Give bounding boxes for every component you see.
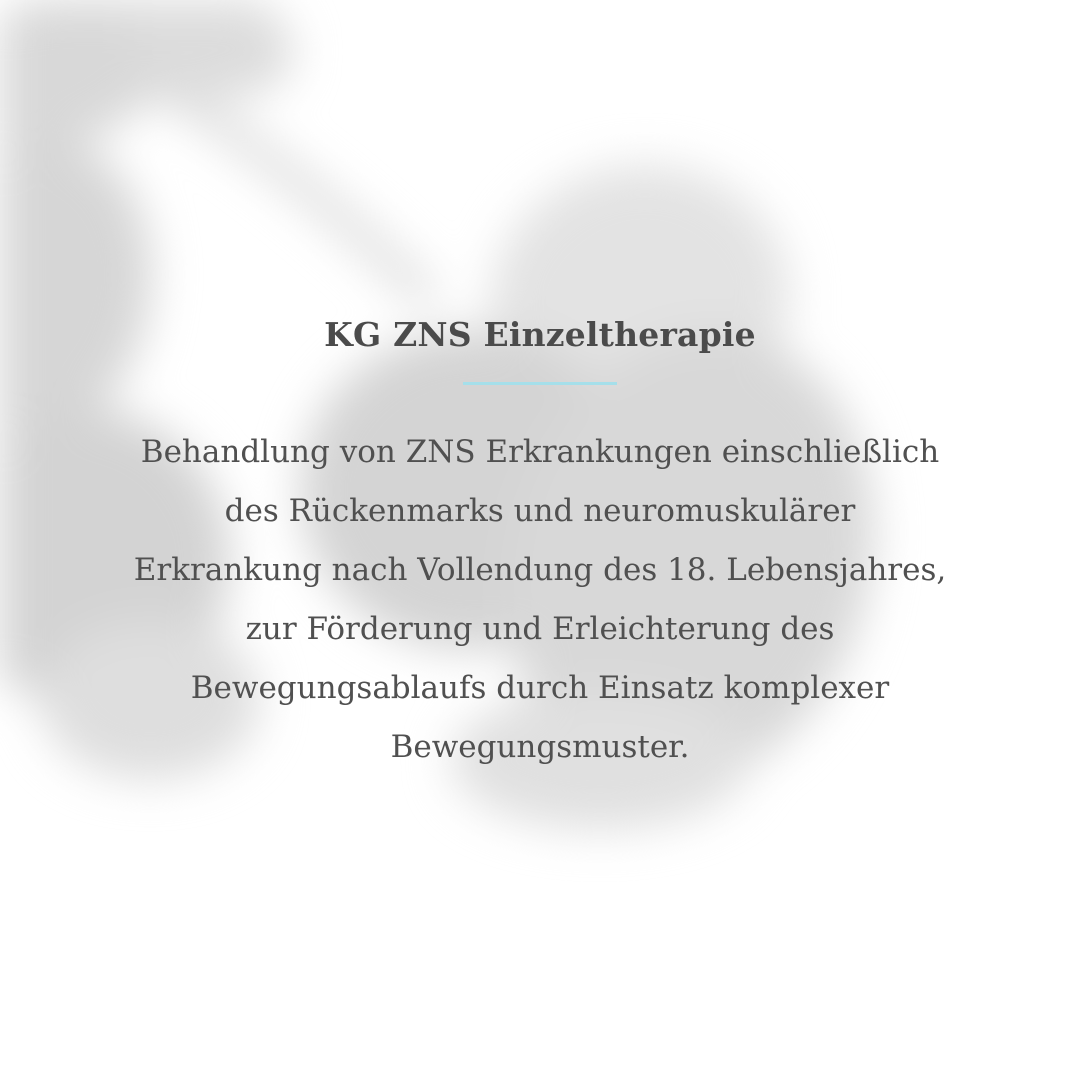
title-divider: [463, 382, 617, 385]
description-line: zur Förderung und Erleichterung des: [245, 611, 835, 647]
description-line: Bewegungsmuster.: [390, 729, 690, 765]
content: KG ZNS Einzeltherapie Behandlung von ZNS…: [0, 0, 1080, 1080]
description-line: Behandlung von ZNS Erkrankungen einschli…: [140, 434, 940, 470]
description-line: Bewegungsablaufs durch Einsatz komplexer: [190, 670, 890, 706]
description: Behandlung von ZNS Erkrankungen einschli…: [90, 423, 990, 777]
page-title: KG ZNS Einzeltherapie: [324, 315, 756, 354]
description-line: Erkrankung nach Vollendung des 18. Leben…: [133, 552, 947, 588]
description-line: des Rückenmarks und neuromuskulärer: [224, 493, 856, 529]
